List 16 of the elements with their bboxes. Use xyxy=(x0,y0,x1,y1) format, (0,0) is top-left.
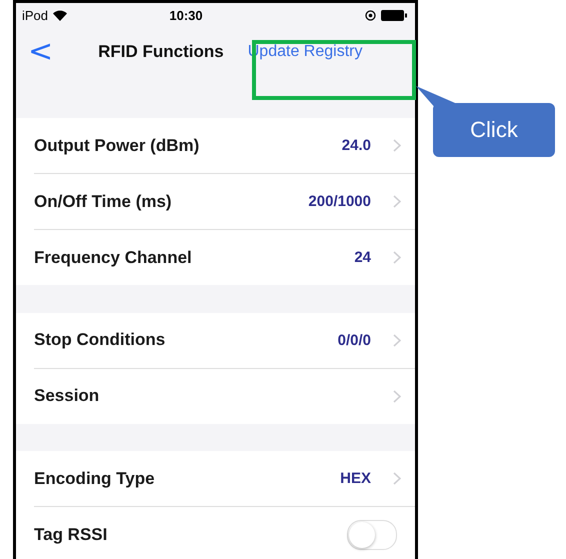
row-label: On/Off Time (ms) xyxy=(34,192,173,212)
row-label: Tag RSSI xyxy=(34,524,108,544)
carrier-label: iPod xyxy=(22,8,48,24)
row-value: 200/1000 xyxy=(308,193,371,210)
row-label: Output Power (dBm) xyxy=(34,136,200,156)
row-value: 24.0 xyxy=(342,137,371,154)
nav-title: RFID Functions xyxy=(98,42,224,62)
row-label: Session xyxy=(34,386,100,406)
clock-time: 10:30 xyxy=(169,8,203,24)
row-label: Frequency Channel xyxy=(34,248,193,268)
row-value: HEX xyxy=(340,470,371,487)
row-label: Encoding Type xyxy=(34,468,156,488)
row-label: Stop Conditions xyxy=(34,330,166,350)
row-value: 0/0/0 xyxy=(338,332,371,349)
back-button[interactable]: < xyxy=(24,37,58,68)
row-value: 24 xyxy=(354,249,371,266)
